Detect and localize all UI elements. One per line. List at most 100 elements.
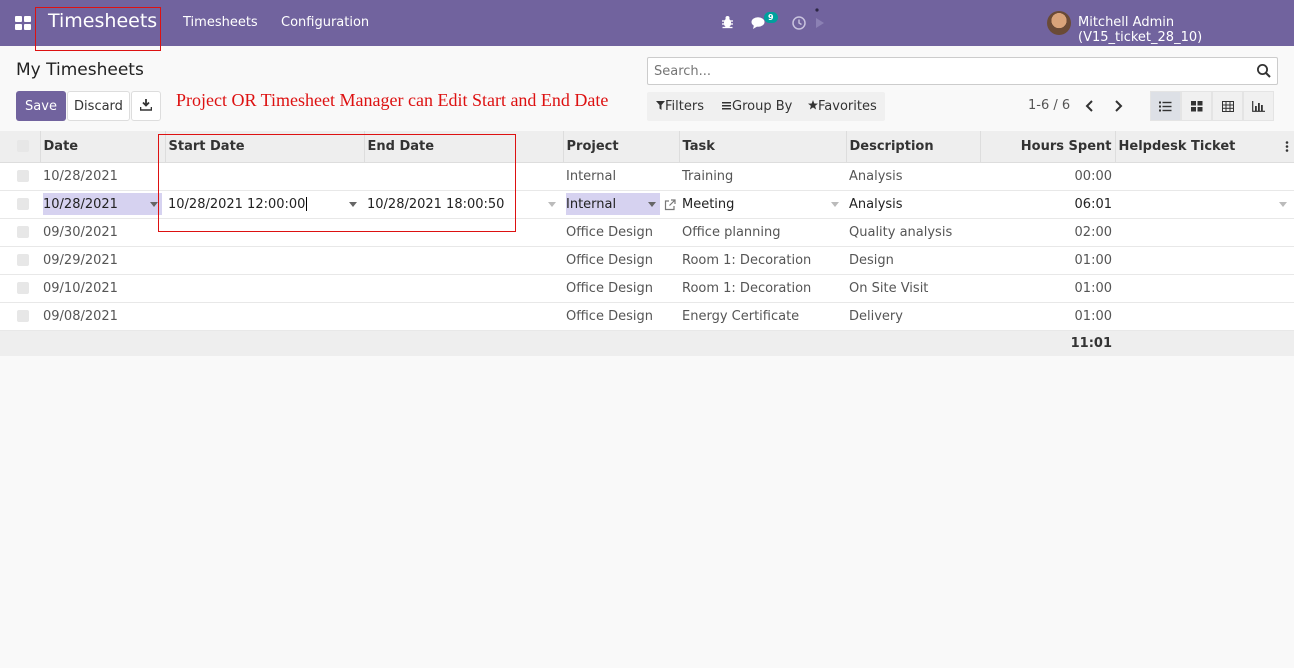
cell-date[interactable]: 09/30/2021	[40, 218, 165, 247]
kanban-view-icon	[1190, 100, 1202, 111]
cell-start-date[interactable]	[165, 246, 364, 275]
cell-date[interactable]: 10/28/2021	[40, 162, 165, 191]
discard-button[interactable]: Discard	[67, 91, 130, 121]
cell-task[interactable]: Room 1: Decoration	[679, 274, 846, 303]
cell-hours[interactable]: 01:00	[980, 302, 1115, 331]
grid-view-button[interactable]	[1212, 91, 1243, 121]
list-view-button[interactable]	[1150, 91, 1181, 121]
column-project[interactable]: Project	[562, 131, 679, 163]
timer-play-icon[interactable]	[814, 7, 826, 31]
search-icon[interactable]	[1256, 63, 1272, 79]
cell-start-date[interactable]	[165, 274, 364, 303]
cell-task[interactable]: Training	[679, 162, 846, 191]
cell-description[interactable]: Design	[846, 246, 980, 275]
project-field[interactable]: Internal	[566, 193, 660, 215]
date-dropdown-icon[interactable]	[150, 202, 158, 207]
row-checkbox[interactable]	[17, 170, 29, 182]
external-link-icon[interactable]	[664, 198, 676, 211]
export-button[interactable]	[131, 91, 161, 121]
column-task[interactable]: Task	[678, 131, 846, 163]
cell-task[interactable]: Office planning	[679, 218, 846, 247]
cell-date[interactable]: 09/29/2021	[40, 246, 165, 275]
cell-helpdesk-ticket[interactable]	[1115, 246, 1294, 275]
bar-chart-icon	[1252, 100, 1265, 112]
cell-date[interactable]: 09/08/2021	[40, 302, 165, 331]
select-all-header[interactable]	[0, 131, 40, 163]
group-by-label: Group By	[732, 99, 793, 114]
cell-end-date[interactable]	[364, 302, 563, 331]
table-row[interactable]: 09/10/2021 Office Design Room 1: Decorat…	[0, 274, 1294, 303]
save-button[interactable]: Save	[16, 91, 66, 121]
cell-hours[interactable]: 01:00	[980, 246, 1115, 275]
project-dropdown-icon[interactable]	[648, 202, 656, 207]
table-row[interactable]: 09/08/2021 Office Design Energy Certific…	[0, 302, 1294, 331]
group-by-icon	[722, 102, 731, 110]
search-input[interactable]	[648, 58, 1238, 84]
cell-hours[interactable]: 06:01	[980, 190, 1115, 219]
favorites-button[interactable]: Favorites	[808, 99, 877, 114]
column-options-icon[interactable]	[1285, 141, 1289, 152]
cell-project[interactable]: Office Design	[563, 274, 679, 303]
menu-timesheets[interactable]: Timesheets	[183, 15, 258, 30]
end-date-dropdown-icon[interactable]	[548, 202, 556, 207]
row-checkbox[interactable]	[17, 198, 29, 210]
date-field[interactable]: 10/28/2021	[43, 193, 162, 215]
cell-hours[interactable]: 02:00	[980, 218, 1115, 247]
cell-helpdesk-ticket[interactable]	[1115, 162, 1294, 191]
cell-end-date[interactable]	[364, 274, 563, 303]
cell-description[interactable]: Analysis	[846, 190, 980, 219]
annotation-box-dates	[158, 134, 516, 232]
table-row[interactable]: 09/29/2021 Office Design Room 1: Decorat…	[0, 246, 1294, 275]
task-field[interactable]: Meeting	[682, 193, 843, 215]
cell-hours[interactable]: 01:00	[980, 274, 1115, 303]
cell-description[interactable]: Quality analysis	[846, 218, 980, 247]
select-all-checkbox[interactable]	[17, 140, 29, 153]
task-field-value: Meeting	[682, 196, 735, 212]
cell-description[interactable]: Delivery	[846, 302, 980, 331]
cell-start-date[interactable]	[165, 302, 364, 331]
cell-hours[interactable]: 00:00	[980, 162, 1115, 191]
chat-count-badge: 9	[764, 12, 778, 23]
column-description[interactable]: Description	[845, 131, 980, 163]
cell-project[interactable]: Internal	[563, 162, 679, 191]
pager-next-icon[interactable]	[1113, 100, 1123, 112]
menu-configuration[interactable]: Configuration	[281, 15, 369, 30]
graph-view-button[interactable]	[1243, 91, 1274, 121]
helpdesk-ticket-field[interactable]	[1118, 193, 1291, 215]
cell-helpdesk-ticket[interactable]	[1115, 218, 1294, 247]
bug-icon[interactable]	[721, 15, 734, 29]
cell-date[interactable]: 09/10/2021	[40, 274, 165, 303]
date-field-value: 10/28/2021	[43, 196, 118, 212]
row-checkbox[interactable]	[17, 226, 29, 238]
task-dropdown-icon[interactable]	[831, 202, 839, 207]
group-by-button[interactable]: Group By	[722, 99, 792, 114]
column-date[interactable]: Date	[39, 131, 165, 163]
annotation-box-brand	[35, 7, 161, 51]
pager-value[interactable]: 1-6 / 6	[1028, 98, 1070, 113]
column-hours-spent[interactable]: Hours Spent	[979, 131, 1115, 163]
cell-task[interactable]: Energy Certificate	[679, 302, 846, 331]
cell-helpdesk-ticket[interactable]	[1115, 302, 1294, 331]
column-helpdesk-ticket[interactable]: Helpdesk Ticket	[1114, 131, 1294, 163]
clock-icon[interactable]	[792, 16, 806, 30]
helpdesk-ticket-dropdown-icon[interactable]	[1279, 202, 1287, 207]
cell-description[interactable]: Analysis	[846, 162, 980, 191]
grid-view-icon	[1221, 100, 1234, 112]
row-checkbox[interactable]	[17, 254, 29, 266]
row-checkbox[interactable]	[17, 310, 29, 322]
cell-helpdesk-ticket[interactable]	[1115, 274, 1294, 303]
cell-description[interactable]: On Site Visit	[846, 274, 980, 303]
row-checkbox[interactable]	[17, 282, 29, 294]
filters-button[interactable]: Filters	[656, 99, 704, 114]
apps-menu-icon[interactable]	[15, 16, 31, 30]
user-avatar[interactable]	[1047, 11, 1071, 35]
cell-project[interactable]: Office Design	[563, 246, 679, 275]
cell-project[interactable]: Office Design	[563, 302, 679, 331]
cell-end-date[interactable]	[364, 246, 563, 275]
kanban-view-button[interactable]	[1181, 91, 1212, 121]
star-icon	[808, 100, 818, 110]
cell-task[interactable]: Room 1: Decoration	[679, 246, 846, 275]
user-menu[interactable]: Mitchell Admin (V15_ticket_28_10)	[1078, 15, 1294, 45]
pager-previous-icon[interactable]	[1085, 100, 1095, 112]
cell-project[interactable]: Office Design	[563, 218, 679, 247]
